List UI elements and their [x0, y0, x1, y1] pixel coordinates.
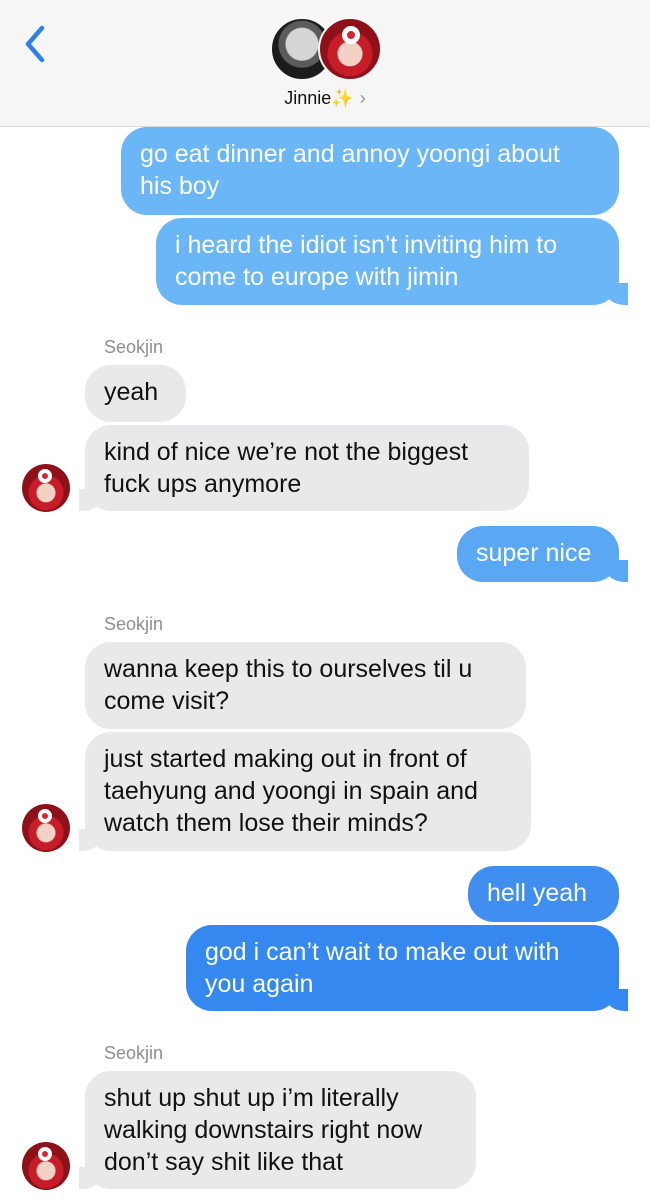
contact-avatar-group[interactable] — [270, 17, 382, 81]
message-bubble-sent[interactable]: go eat dinner and annoy yoongi about his… — [121, 127, 619, 215]
chevron-right-icon: › — [359, 88, 366, 108]
bubble-tail — [606, 283, 628, 305]
sender-name: Seokjin — [104, 614, 164, 634]
avatar[interactable] — [22, 804, 70, 852]
message-bubble-sent[interactable]: super nice — [457, 526, 619, 582]
contact-name: Jinnie — [284, 88, 332, 108]
sender-name: Seokjin — [104, 1043, 164, 1063]
avatar[interactable] — [22, 1142, 70, 1190]
message-bubble-sent[interactable]: i heard the idiot isn’t inviting him to … — [156, 218, 619, 305]
message-bubble-received[interactable]: just started making out in front of taeh… — [85, 732, 531, 851]
message-bubble-received[interactable]: yeah — [85, 365, 186, 422]
bubble-tail — [606, 560, 628, 582]
messages-app: Jinnie✨ › go eat dinner and annoy yoongi … — [0, 0, 650, 1200]
back-button[interactable] — [18, 22, 54, 66]
message-bubble-received[interactable]: kind of nice we’re not the biggest fuck … — [85, 425, 529, 511]
sparkle-icon: ✨ — [331, 88, 354, 108]
chevron-left-icon — [25, 25, 45, 63]
message-bubble-received[interactable]: wanna keep this to ourselves til u come … — [85, 642, 526, 729]
conversation-header: Jinnie✨ › — [0, 0, 650, 127]
avatar — [318, 17, 382, 81]
avatar[interactable] — [22, 464, 70, 512]
bubble-tail — [606, 989, 628, 1011]
message-thread[interactable]: go eat dinner and annoy yoongi about his… — [0, 127, 650, 1200]
contact-name-button[interactable]: Jinnie✨ › — [0, 88, 650, 109]
message-bubble-sent[interactable]: hell yeah — [468, 866, 619, 922]
message-bubble-received[interactable]: shut up shut up i’m literally walking do… — [85, 1071, 476, 1189]
sender-name: Seokjin — [104, 337, 164, 357]
message-bubble-sent[interactable]: god i can’t wait to make out with you ag… — [186, 925, 619, 1011]
